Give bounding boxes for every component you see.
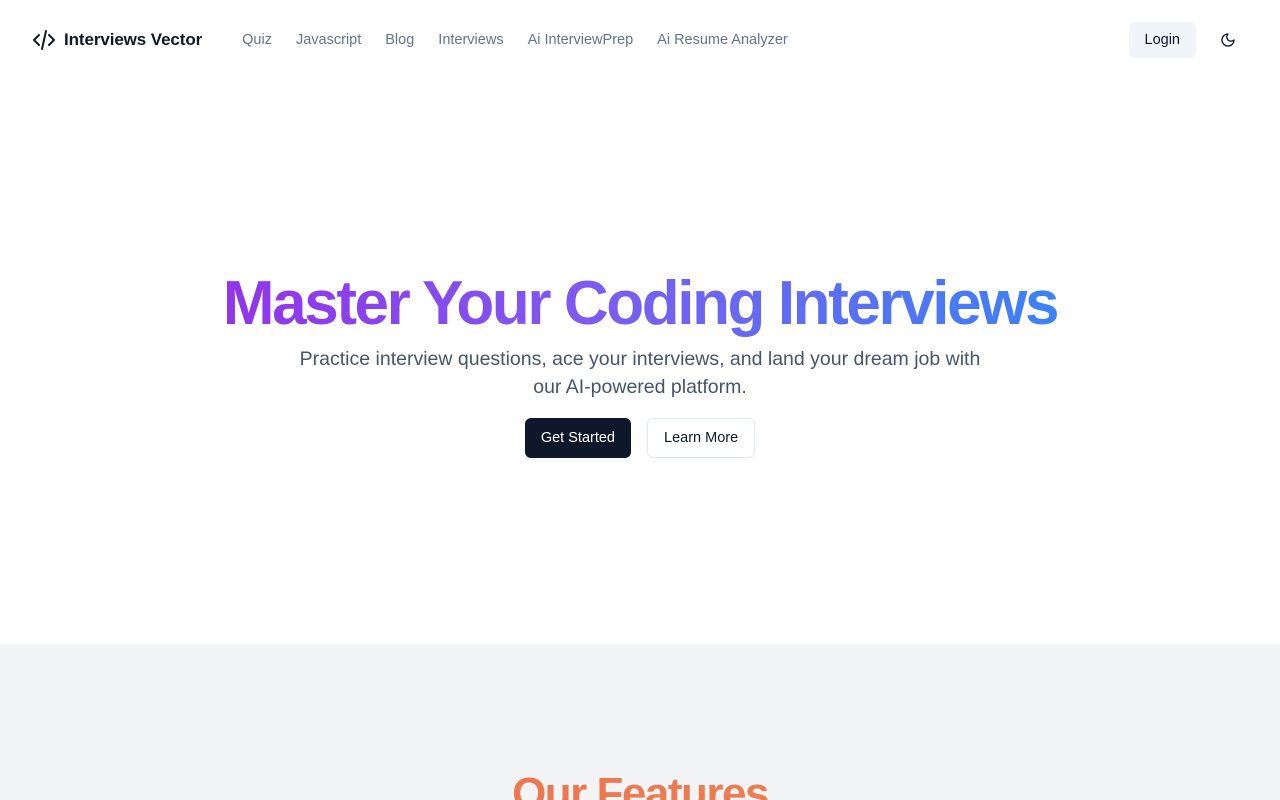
nav-link-javascript[interactable]: Javascript [296,32,361,48]
theme-toggle-button[interactable] [1214,26,1242,54]
code-icon [33,30,55,50]
hero-section: Master Your Coding Interviews Practice i… [0,80,1280,644]
nav-link-interviews[interactable]: Interviews [438,32,503,48]
site-header: Interviews Vector Quiz Javascript Blog I… [0,0,1280,80]
learn-more-button[interactable]: Learn More [647,418,756,458]
login-button[interactable]: Login [1128,22,1196,58]
moon-icon [1221,33,1235,47]
nav-link-blog[interactable]: Blog [385,32,414,48]
features-title: Our Features [0,768,1280,800]
nav-link-ai-resume-analyzer[interactable]: Ai Resume Analyzer [657,32,788,48]
hero-buttons: Get Started Learn More [524,418,756,458]
get-started-button[interactable]: Get Started [524,418,631,458]
hero-subtitle: Practice interview questions, ace your i… [299,348,981,398]
header-actions: Login [1128,22,1248,58]
nav-link-quiz[interactable]: Quiz [242,32,272,48]
nav-link-ai-interviewprep[interactable]: Ai InterviewPrep [528,32,634,48]
brand-logo-link[interactable]: Interviews Vector [32,28,202,52]
features-section: Our Features [0,644,1280,800]
hero-title: Master Your Coding Interviews [222,269,1060,338]
brand-name: Interviews Vector [64,30,203,49]
main-nav: Quiz Javascript Blog Interviews Ai Inter… [242,32,788,48]
